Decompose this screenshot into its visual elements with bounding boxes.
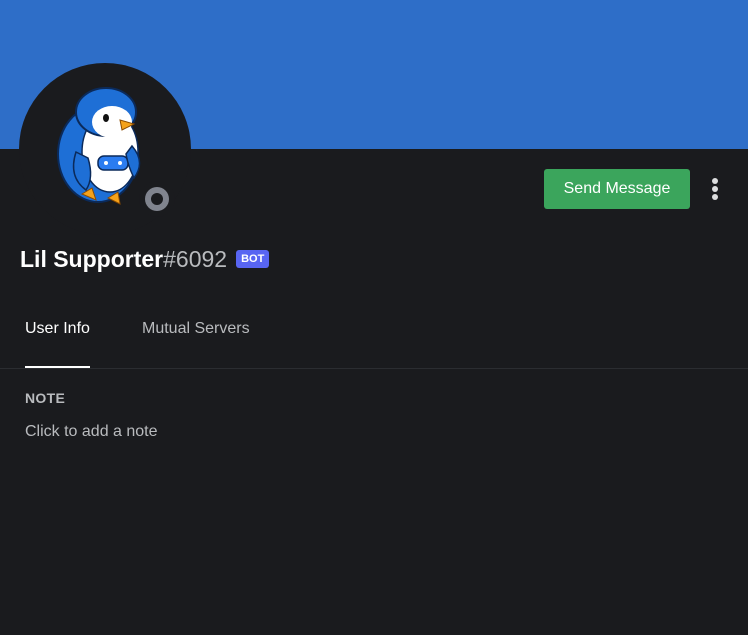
tab-mutual-servers[interactable]: Mutual Servers (142, 320, 250, 367)
username-name: Lil Supporter (20, 245, 164, 272)
note-input[interactable] (25, 421, 715, 443)
more-dot (712, 194, 718, 200)
tab-divider (0, 368, 748, 369)
more-options-icon[interactable] (704, 174, 726, 204)
penguin-icon (57, 87, 141, 205)
more-dot (712, 178, 718, 184)
tab-user-info[interactable]: User Info (25, 320, 90, 368)
username-discriminator: #6092 (163, 245, 228, 272)
status-indicator (139, 181, 175, 217)
more-dot (712, 186, 718, 192)
avatar (19, 63, 191, 235)
username: Lil Supporter #6092 BOT (20, 243, 270, 275)
bot-tag: BOT (236, 250, 270, 268)
offline-status-icon (145, 187, 169, 211)
note-header: NOTE (25, 390, 66, 406)
send-message-button[interactable]: Send Message (544, 169, 690, 209)
